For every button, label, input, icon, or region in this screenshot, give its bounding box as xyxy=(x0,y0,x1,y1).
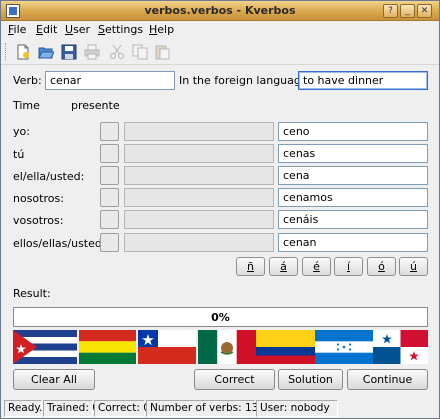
pronoun-label: yo: xyxy=(13,125,30,138)
conjugation-hint-field xyxy=(124,188,274,207)
accent-i-button[interactable]: í xyxy=(334,257,363,276)
status-user: User: nobody xyxy=(256,400,338,417)
foreign-language-label: In the foreign language: xyxy=(179,74,312,87)
conjugation-input[interactable]: cenas xyxy=(278,144,428,163)
conjugation-hint-field xyxy=(124,144,274,163)
cut-icon[interactable] xyxy=(107,42,127,62)
correct-button[interactable]: Correct xyxy=(194,369,275,390)
paste-icon[interactable] xyxy=(152,42,172,62)
flags-banner xyxy=(13,330,428,364)
accent-a-button[interactable]: á xyxy=(269,257,298,276)
conjugation-input[interactable]: ceno xyxy=(278,122,428,141)
menu-file[interactable]: File xyxy=(8,23,26,36)
progress-text: 0% xyxy=(211,311,230,324)
pronoun-label: nosotros: xyxy=(13,192,64,205)
solution-button[interactable]: Solution xyxy=(278,369,343,390)
verb-label: Verb: xyxy=(13,74,42,87)
row-checkbox[interactable] xyxy=(100,166,119,185)
row-checkbox[interactable] xyxy=(100,188,119,207)
tense-value: presente xyxy=(71,99,120,112)
new-icon[interactable] xyxy=(13,42,33,62)
status-correct: Correct: 0 xyxy=(94,400,150,417)
time-label: Time xyxy=(13,99,40,112)
conjugation-input[interactable]: cenáis xyxy=(278,210,428,229)
flag-chile xyxy=(138,330,196,364)
flag-bolivia xyxy=(79,330,136,364)
verb-input[interactable]: cenar xyxy=(45,71,175,90)
accent-o-button[interactable]: ó xyxy=(367,257,396,276)
accent-n-button[interactable]: ñ xyxy=(236,257,265,276)
row-checkbox[interactable] xyxy=(100,144,119,163)
row-checkbox[interactable] xyxy=(100,233,119,252)
toolbar xyxy=(1,39,439,65)
flag-mexico xyxy=(198,330,256,364)
menu-help[interactable]: Help xyxy=(149,23,174,36)
status-verb-count: Number of verbs: 137 xyxy=(146,400,265,417)
continue-button[interactable]: Continue xyxy=(347,369,428,390)
pronoun-label: vosotros: xyxy=(13,214,64,227)
conjugation-hint-field xyxy=(124,233,274,252)
main-window: verbos.verbos - Kverbos ? _ ✕ File Edit … xyxy=(0,0,440,419)
window-title: verbos.verbos - Kverbos xyxy=(144,4,296,17)
result-progress-bar: 0% xyxy=(13,307,428,327)
flag-cuba xyxy=(13,330,77,364)
status-state: Ready. xyxy=(4,400,42,417)
copy-icon[interactable] xyxy=(130,42,150,62)
conjugation-input[interactable]: cenan xyxy=(278,233,428,252)
clear-all-button[interactable]: Clear All xyxy=(13,369,95,390)
pronoun-label: ellos/ellas/ustede xyxy=(13,237,109,250)
menu-edit[interactable]: Edit xyxy=(36,23,57,36)
menu-settings[interactable]: Settings xyxy=(98,23,143,36)
accent-u-button[interactable]: ú xyxy=(399,257,428,276)
close-window-button[interactable]: ✕ xyxy=(417,4,432,18)
flag-panama xyxy=(373,330,428,364)
title-bar[interactable]: verbos.verbos - Kverbos ? _ ✕ xyxy=(1,1,439,21)
flag-colombia xyxy=(256,330,315,364)
status-bar: Ready. Trained: 0 Correct: 0 Number of v… xyxy=(1,398,439,418)
help-window-button[interactable]: ? xyxy=(383,4,398,18)
result-label: Result: xyxy=(13,287,51,300)
toolbar-grip[interactable] xyxy=(5,43,8,61)
menu-user[interactable]: User xyxy=(65,23,90,36)
row-checkbox[interactable] xyxy=(100,210,119,229)
save-icon[interactable] xyxy=(59,42,79,62)
accent-e-button[interactable]: é xyxy=(302,257,331,276)
flag-honduras xyxy=(315,330,373,364)
row-checkbox[interactable] xyxy=(100,122,119,141)
menu-bar: File Edit User Settings Help xyxy=(1,21,439,39)
conjugation-hint-field xyxy=(124,122,274,141)
minimize-button[interactable]: _ xyxy=(400,4,415,18)
pronoun-label: el/ella/usted: xyxy=(13,170,85,183)
open-icon[interactable] xyxy=(36,42,56,62)
pronoun-label: tú xyxy=(13,148,25,161)
foreign-language-input[interactable]: to have dinner xyxy=(298,71,428,90)
conjugation-input[interactable]: cenamos xyxy=(278,188,428,207)
status-trained: Trained: 0 xyxy=(43,400,99,417)
conjugation-input[interactable]: cena xyxy=(278,166,428,185)
conjugation-hint-field xyxy=(124,210,274,229)
conjugation-hint-field xyxy=(124,166,274,185)
print-icon[interactable] xyxy=(82,42,102,62)
